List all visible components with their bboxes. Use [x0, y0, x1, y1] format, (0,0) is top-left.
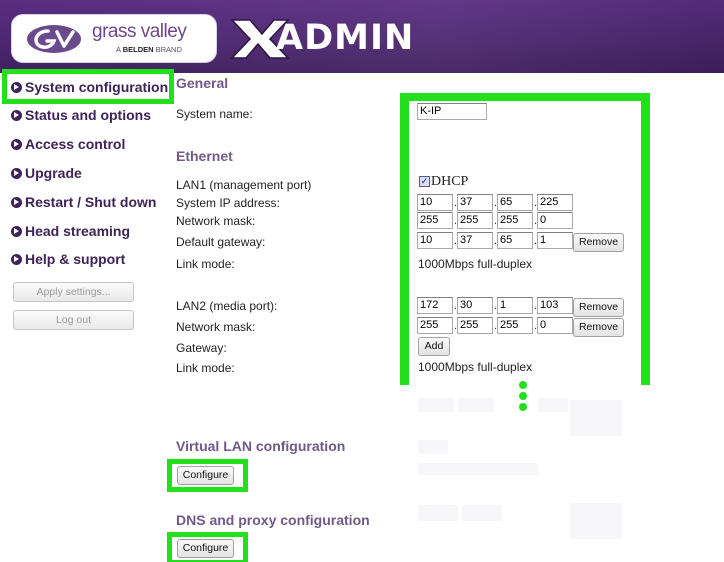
network-mask-label: Network mask: — [176, 214, 256, 228]
highlight-frame-ethernet — [400, 93, 650, 385]
ethernet-section-title: Ethernet — [176, 148, 233, 164]
vlan-section-title: Virtual LAN configuration — [176, 438, 346, 454]
continuation-dot — [519, 403, 527, 411]
sidebar-item-access-control[interactable]: Access control — [11, 133, 125, 155]
header-banner: grass valley A BELDEN BRAND ADMIN — [0, 0, 724, 73]
log-out-button[interactable]: Log out — [13, 310, 134, 330]
system-ip-label: System IP address: — [176, 196, 280, 210]
arrow-bullet-icon — [11, 225, 22, 237]
sidebar-item-help-support[interactable]: Help & support — [11, 248, 125, 270]
sidebar-item-head-streaming[interactable]: Head streaming — [11, 220, 130, 242]
arrow-bullet-icon — [11, 253, 22, 265]
continuation-dot — [519, 392, 527, 400]
sidebar-item-restart-shut-down[interactable]: Restart / Shut down — [11, 191, 156, 213]
grass-valley-logo: grass valley A BELDEN BRAND — [11, 14, 217, 63]
arrow-bullet-icon — [11, 138, 22, 150]
lan2-label: LAN2 (media port): — [176, 299, 278, 313]
system-name-label: System name: — [176, 107, 253, 121]
apply-settings-button[interactable]: Apply settings... — [13, 282, 134, 302]
sidebar-item-upgrade[interactable]: Upgrade — [11, 162, 82, 184]
logo-brand-tagline: A BELDEN BRAND — [116, 45, 182, 54]
arrow-bullet-icon — [11, 109, 22, 121]
dns-section-title: DNS and proxy configuration — [176, 512, 370, 528]
grass-valley-logo-mark-icon — [27, 25, 81, 53]
lan1-label: LAN1 (management port) — [176, 178, 312, 192]
xadmin-window: { "header": { "logo_name": "grass valley… — [0, 0, 724, 562]
app-title: ADMIN — [276, 18, 415, 58]
default-gateway-label: Default gateway: — [176, 235, 266, 249]
continuation-dot — [519, 381, 527, 389]
highlight-frame-dns-configure — [167, 532, 248, 562]
general-section-title: General — [176, 75, 229, 91]
logo-name: grass valley — [92, 21, 187, 42]
lan2-network-mask-label: Network mask: — [176, 320, 256, 334]
lan2-gateway-label: Gateway: — [176, 341, 227, 355]
highlight-frame-nav — [2, 69, 174, 104]
link-mode-label: Link mode: — [176, 257, 235, 271]
arrow-bullet-icon — [11, 196, 22, 208]
sidebar-item-status-and-options[interactable]: Status and options — [11, 104, 151, 126]
arrow-bullet-icon — [11, 167, 22, 179]
highlight-frame-vlan-configure — [167, 459, 248, 492]
lan2-link-mode-label: Link mode: — [176, 361, 235, 375]
